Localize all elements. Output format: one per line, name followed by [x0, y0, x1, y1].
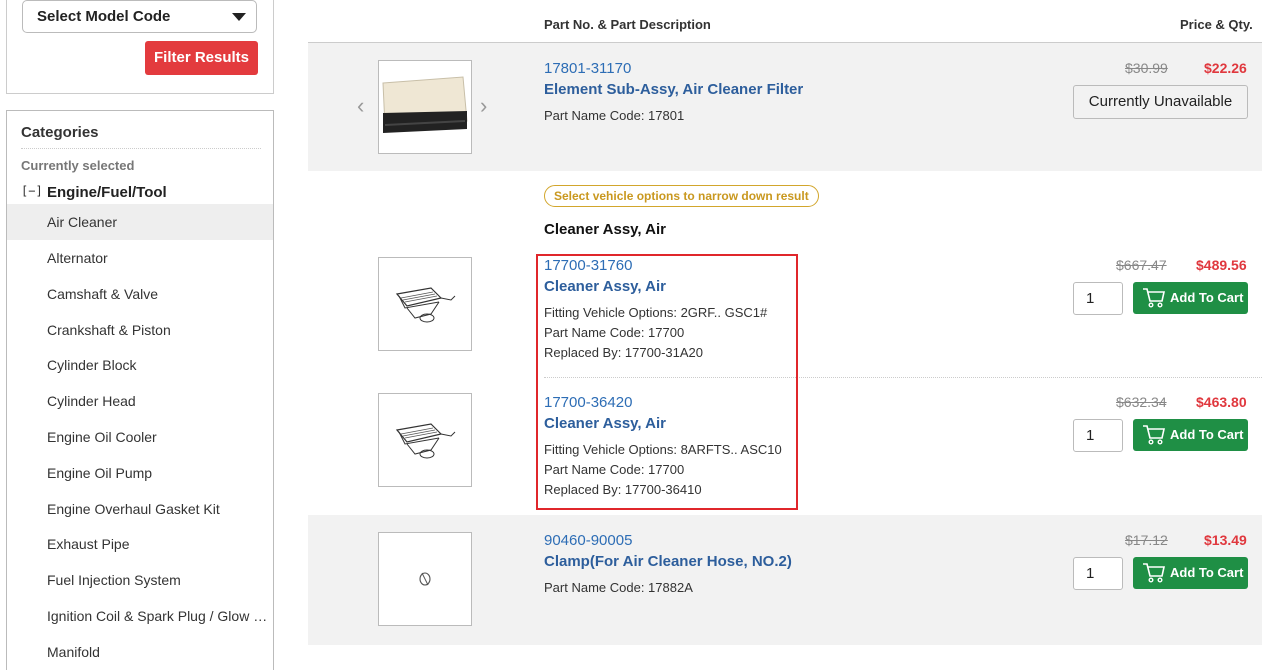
categories-title: Categories: [21, 124, 99, 141]
sale-price: $489.56: [1196, 257, 1247, 273]
part-name-link[interactable]: Clamp(For Air Cleaner Hose, NO.2): [544, 553, 792, 570]
add-to-cart-label: Add To Cart: [1170, 290, 1244, 305]
quantity-input[interactable]: 1: [1073, 557, 1123, 590]
category-item-engine-oil-pump[interactable]: Engine Oil Pump: [7, 455, 273, 491]
category-item-engine-oil-cooler[interactable]: Engine Oil Cooler: [7, 419, 273, 455]
highlight-box: [536, 254, 798, 510]
model-code-select-label: Select Model Code: [37, 8, 171, 25]
part-image[interactable]: [378, 393, 472, 487]
cart-icon: [1143, 425, 1165, 445]
add-to-cart-button[interactable]: Add To Cart: [1133, 282, 1248, 314]
part-name-code: Part Name Code: 17882A: [544, 580, 693, 595]
category-item-crankshaft[interactable]: Crankshaft & Piston: [7, 312, 273, 348]
part-name-code: Part Name Code: 17801: [544, 108, 685, 123]
part-number-link[interactable]: 17801-31170: [544, 60, 631, 77]
category-item-ignition-coil[interactable]: Ignition Coil & Spark Plug / Glow P…: [7, 598, 273, 634]
chevron-right-icon[interactable]: ›: [480, 93, 487, 119]
sale-price: $13.49: [1204, 532, 1247, 548]
air-cleaner-diagram: [395, 423, 456, 459]
currently-selected-label: Currently selected: [21, 158, 135, 173]
original-price: $632.34: [1116, 394, 1167, 410]
part-image[interactable]: [378, 60, 472, 154]
original-price: $17.12: [1125, 532, 1168, 548]
collapse-toggle[interactable]: [−]: [21, 184, 43, 198]
part-image[interactable]: [378, 257, 472, 351]
add-to-cart-button[interactable]: Add To Cart: [1133, 557, 1248, 589]
quantity-input[interactable]: 1: [1073, 282, 1123, 315]
chevron-left-icon[interactable]: ‹: [357, 93, 364, 119]
category-item-cylinder-block[interactable]: Cylinder Block: [7, 347, 273, 383]
part-number-link[interactable]: 90460-90005: [544, 532, 632, 549]
quantity-input[interactable]: 1: [1073, 419, 1123, 452]
cart-icon: [1143, 563, 1165, 583]
column-header-price: Price & Qty.: [1180, 17, 1253, 32]
filter-results-button[interactable]: Filter Results: [145, 41, 258, 75]
category-item-overhaul-gasket[interactable]: Engine Overhaul Gasket Kit: [7, 491, 273, 527]
sale-price: $463.80: [1196, 394, 1247, 410]
original-price: $667.47: [1116, 257, 1167, 273]
categories-panel: Categories Currently selected [−] Engine…: [6, 110, 274, 670]
original-price: $30.99: [1125, 60, 1168, 76]
category-item-air-cleaner[interactable]: Air Cleaner: [7, 204, 273, 240]
add-to-cart-label: Add To Cart: [1170, 565, 1244, 580]
air-filter-image: [379, 61, 471, 153]
sale-price: $22.26: [1204, 60, 1247, 76]
currently-unavailable-button[interactable]: Currently Unavailable: [1073, 85, 1248, 119]
divider: [21, 148, 261, 149]
model-code-select[interactable]: Select Model Code: [22, 0, 257, 33]
add-to-cart-label: Add To Cart: [1170, 427, 1244, 442]
add-to-cart-button[interactable]: Add To Cart: [1133, 419, 1248, 451]
category-item-exhaust-pipe[interactable]: Exhaust Pipe: [7, 526, 273, 562]
category-item-cylinder-head[interactable]: Cylinder Head: [7, 383, 273, 419]
part-name-link[interactable]: Element Sub-Assy, Air Cleaner Filter: [544, 81, 803, 98]
category-item-manifold[interactable]: Manifold: [7, 634, 273, 670]
clamp-diagram: [419, 572, 431, 586]
selected-category[interactable]: Engine/Fuel/Tool: [47, 184, 167, 201]
part-image[interactable]: [378, 532, 472, 626]
cart-icon: [1143, 288, 1165, 308]
vehicle-options-badge[interactable]: Select vehicle options to narrow down re…: [544, 185, 819, 207]
chevron-down-icon: [232, 13, 246, 21]
column-header-part: Part No. & Part Description: [544, 17, 711, 32]
air-cleaner-diagram: [395, 287, 456, 323]
category-item-alternator[interactable]: Alternator: [7, 240, 273, 276]
category-item-camshaft[interactable]: Camshaft & Valve: [7, 276, 273, 312]
group-title: Cleaner Assy, Air: [544, 221, 666, 238]
category-item-fuel-injection[interactable]: Fuel Injection System: [7, 562, 273, 598]
